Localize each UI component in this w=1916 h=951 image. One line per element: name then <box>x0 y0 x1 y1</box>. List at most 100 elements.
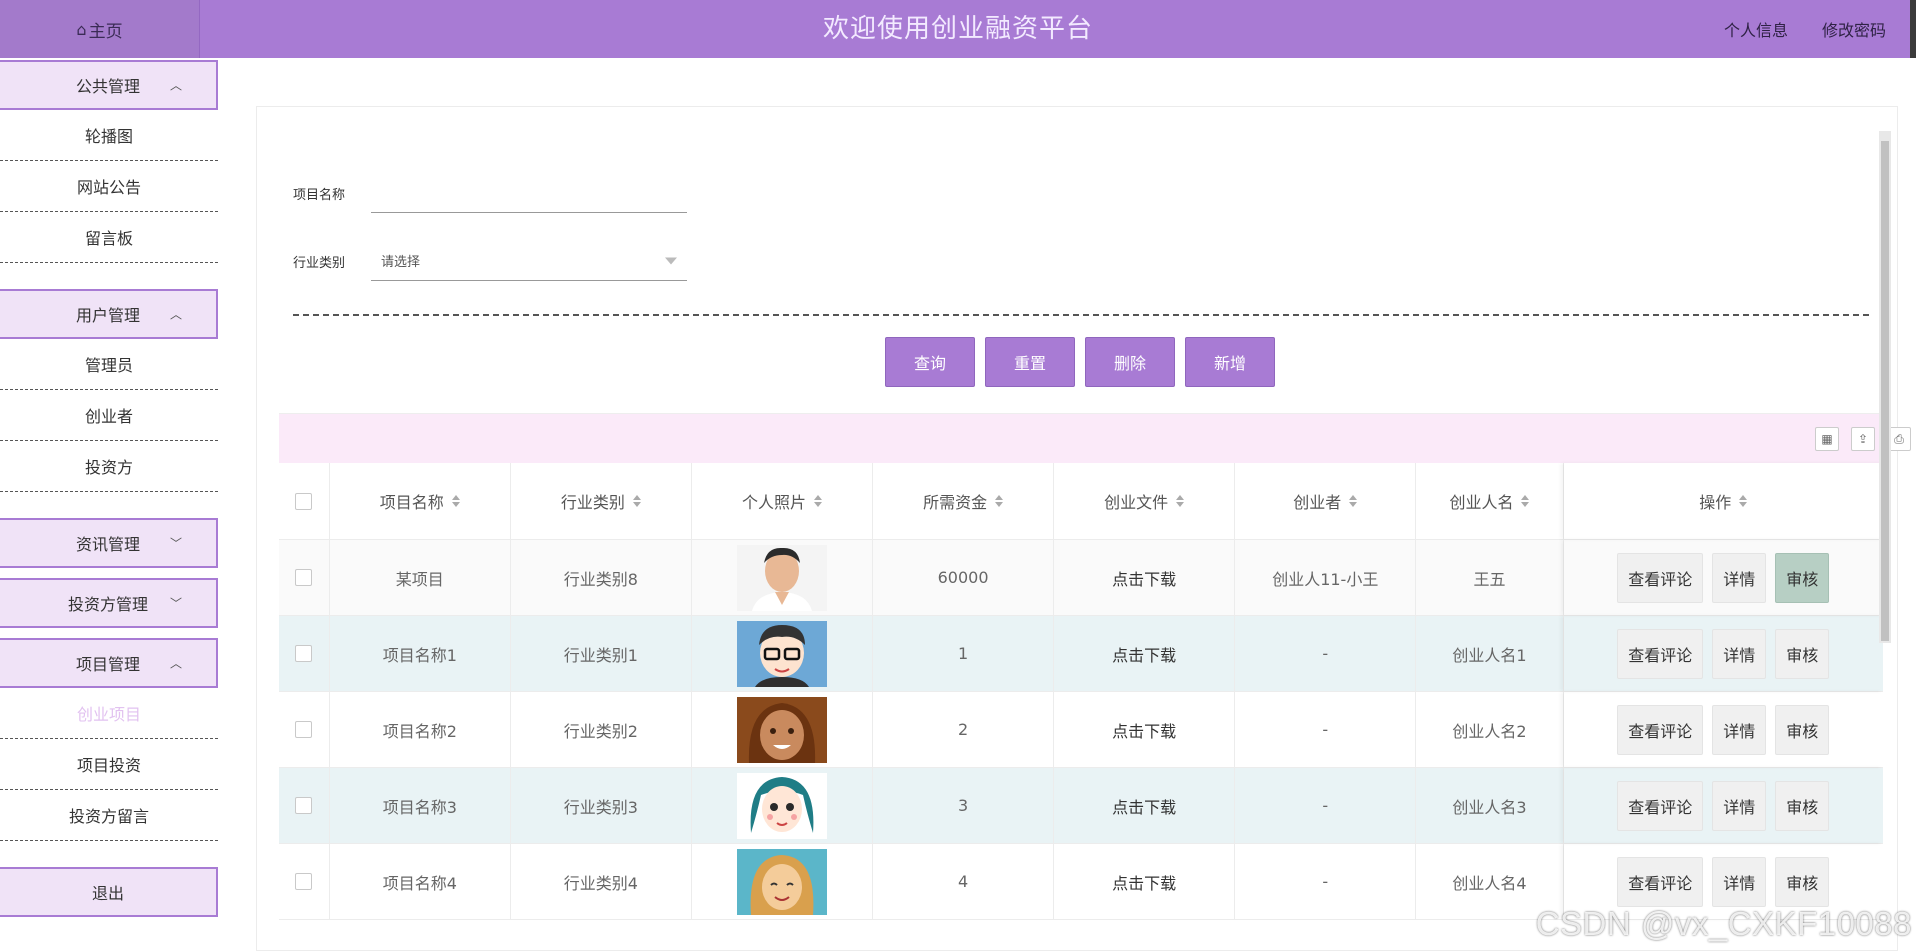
sidebar-group-investor-mgmt[interactable]: 投资方管理 ﹀ <box>0 578 218 628</box>
logout-button[interactable]: 退出 <box>0 867 218 917</box>
sort-icon[interactable] <box>1739 495 1748 507</box>
download-link[interactable]: 点击下载 <box>1054 768 1236 843</box>
avatar-image[interactable] <box>736 772 827 839</box>
view-comments-button[interactable]: 查看评论 <box>1617 780 1704 831</box>
download-link[interactable]: 点击下载 <box>1054 844 1236 919</box>
sidebar-item-message-board[interactable]: 留言板 <box>0 212 218 263</box>
details-button[interactable]: 详情 <box>1712 552 1767 603</box>
sort-icon[interactable] <box>451 495 460 507</box>
details-button[interactable]: 详情 <box>1712 704 1767 755</box>
home-icon: ⌂ <box>76 19 87 39</box>
cell-photo <box>692 616 874 691</box>
col-founder[interactable]: 创业者 <box>1235 463 1417 539</box>
reset-button[interactable]: 重置 <box>985 337 1075 387</box>
sort-icon[interactable] <box>813 495 822 507</box>
export-icon[interactable]: ⇪ <box>1851 427 1875 451</box>
add-button[interactable]: 新增 <box>1185 337 1275 387</box>
col-file[interactable]: 创业文件 <box>1054 463 1236 539</box>
sort-icon[interactable] <box>995 495 1004 507</box>
home-tab[interactable]: ⌂ 主页 <box>0 0 200 58</box>
download-link[interactable]: 点击下载 <box>1054 540 1236 615</box>
sidebar-group-news[interactable]: 资讯管理 ﹀ <box>0 518 218 568</box>
cell-project-name: 项目名称1 <box>330 616 511 691</box>
col-category[interactable]: 行业类别 <box>511 463 692 539</box>
query-button[interactable]: 查询 <box>885 337 975 387</box>
view-comments-button[interactable]: 查看评论 <box>1617 856 1704 907</box>
sidebar-item-carousel[interactable]: 轮播图 <box>0 110 218 161</box>
details-button[interactable]: 详情 <box>1712 780 1767 831</box>
group-label: 资讯管理 <box>75 535 140 554</box>
row-checkbox[interactable] <box>295 721 313 738</box>
cell-founder: - <box>1235 692 1417 767</box>
avatar-image[interactable] <box>736 620 827 687</box>
review-button[interactable]: 审核 <box>1775 704 1830 755</box>
details-button[interactable]: 详情 <box>1712 856 1767 907</box>
delete-button[interactable]: 删除 <box>1085 337 1175 387</box>
row-checkbox[interactable] <box>295 569 313 586</box>
view-comments-button[interactable]: 查看评论 <box>1617 628 1704 679</box>
profile-link[interactable]: 个人信息 <box>1724 17 1788 41</box>
table-row: 项目名称2 行业类别2 2 点击下载 - 创业人名2 查看评论 详情 审核 <box>279 692 1883 768</box>
scrollbar-thumb[interactable] <box>1881 141 1889 641</box>
details-button[interactable]: 详情 <box>1712 628 1767 679</box>
review-button[interactable]: 审核 <box>1775 552 1830 603</box>
row-select-cell <box>279 768 330 843</box>
cell-funds: 4 <box>873 844 1055 919</box>
sidebar-group-users[interactable]: 用户管理 ︿ <box>0 289 218 339</box>
col-project-name[interactable]: 项目名称 <box>330 463 511 539</box>
table-body: 某项目 行业类别8 60000 点击下载 创业人11-小王 王五 查看评论 详情… <box>279 540 1883 920</box>
col-label: 项目名称 <box>379 493 444 512</box>
sidebar-item-investor[interactable]: 投资方 <box>0 441 218 492</box>
select-all-checkbox[interactable] <box>295 492 313 510</box>
sidebar-group-public[interactable]: 公共管理 ︿ <box>0 60 218 110</box>
sidebar-item-admin[interactable]: 管理员 <box>0 339 218 390</box>
avatar-image[interactable] <box>736 848 827 915</box>
caret-down-icon <box>665 257 677 264</box>
row-checkbox[interactable] <box>295 645 313 662</box>
sidebar-item-founder[interactable]: 创业者 <box>0 390 218 441</box>
columns-icon[interactable]: ▦ <box>1815 427 1839 451</box>
chevron-up-icon: ︿ <box>169 656 182 671</box>
col-founder-name[interactable]: 创业人名 <box>1416 463 1564 539</box>
view-comments-button[interactable]: 查看评论 <box>1617 552 1704 603</box>
home-label: 主页 <box>88 21 123 42</box>
sidebar-item-investor-messages[interactable]: 投资方留言 <box>0 790 218 841</box>
chevron-down-icon: ﹀ <box>169 536 182 551</box>
cell-project-name: 项目名称2 <box>330 692 511 767</box>
sort-icon[interactable] <box>1176 495 1185 507</box>
cell-category: 行业类别3 <box>511 768 692 843</box>
change-password-link[interactable]: 修改密码 <box>1822 17 1886 41</box>
avatar-image[interactable] <box>736 696 827 763</box>
sidebar-item-announcement[interactable]: 网站公告 <box>0 161 218 212</box>
col-label: 创业者 <box>1293 493 1342 512</box>
col-actions[interactable]: 操作 <box>1564 463 1883 539</box>
col-funds[interactable]: 所需资金 <box>873 463 1055 539</box>
review-button[interactable]: 审核 <box>1775 856 1830 907</box>
sidebar-item-startup-projects[interactable]: 创业项目 <box>0 688 218 739</box>
download-link[interactable]: 点击下载 <box>1054 692 1236 767</box>
cell-project-name: 项目名称4 <box>330 844 511 919</box>
sort-icon[interactable] <box>632 495 641 507</box>
view-comments-button[interactable]: 查看评论 <box>1617 704 1704 755</box>
sidebar-group-projects[interactable]: 项目管理 ︿ <box>0 638 218 688</box>
project-name-input[interactable] <box>371 173 687 213</box>
vertical-scrollbar[interactable] <box>1879 131 1891 643</box>
cell-photo <box>692 540 874 615</box>
avatar-image[interactable] <box>736 544 827 611</box>
select-all-cell <box>279 463 330 539</box>
row-checkbox[interactable] <box>295 873 313 890</box>
download-link[interactable]: 点击下载 <box>1054 616 1236 691</box>
review-button[interactable]: 审核 <box>1775 628 1830 679</box>
sidebar-item-project-investment[interactable]: 项目投资 <box>0 739 218 790</box>
sort-icon[interactable] <box>1349 495 1358 507</box>
cell-actions: 查看评论 详情 审核 <box>1564 540 1883 615</box>
table-toolbar: ▦ ⇪ ⎙ <box>279 413 1911 463</box>
row-checkbox[interactable] <box>295 797 313 814</box>
col-label: 创业人名 <box>1449 493 1514 512</box>
main-content: 项目名称 行业类别 请选择 查询 重置 删除 新增 ▦ ⇪ ⎙ 项目名称 行业类… <box>256 106 1911 951</box>
cell-actions: 查看评论 详情 审核 <box>1564 768 1883 843</box>
category-select[interactable]: 请选择 <box>371 241 687 281</box>
review-button[interactable]: 审核 <box>1775 780 1830 831</box>
col-photo[interactable]: 个人照片 <box>692 463 874 539</box>
sort-icon[interactable] <box>1521 495 1530 507</box>
